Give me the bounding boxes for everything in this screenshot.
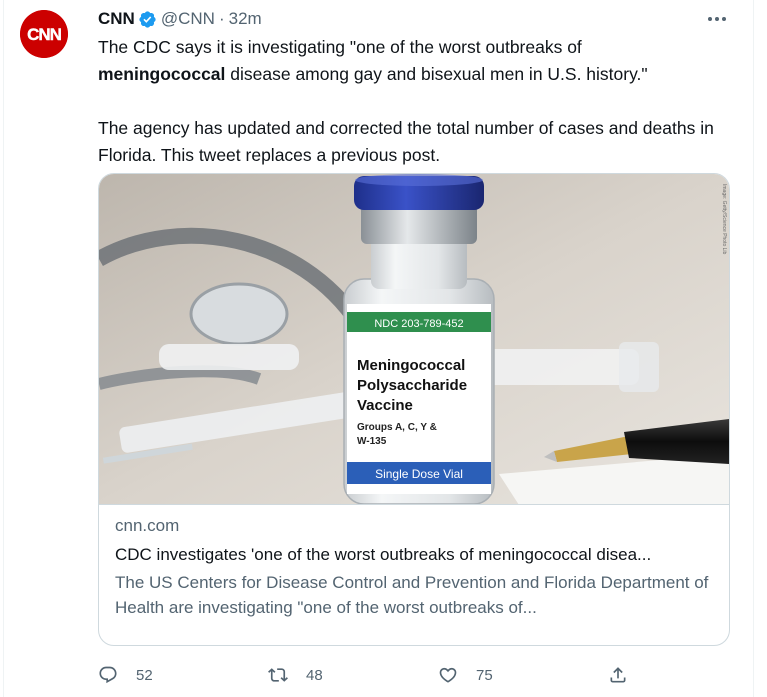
avatar-logo-text: CNN: [27, 25, 62, 44]
timeline-divider-right: [753, 0, 754, 697]
card-domain: cnn.com: [115, 516, 180, 535]
heart-icon: [438, 665, 458, 685]
card-title: CDC investigates 'one of the worst outbr…: [115, 545, 652, 564]
card-body[interactable]: cnn.com CDC investigates 'one of the wor…: [115, 512, 715, 620]
vial-label-line3: Vaccine: [357, 397, 413, 414]
card-image[interactable]: NDC 203-789-452 Meningococcal Polysaccha…: [99, 174, 729, 505]
share-icon: [608, 665, 628, 685]
vial-groups-line1: Groups A, C, Y &: [357, 422, 437, 433]
link-card[interactable]: NDC 203-789-452 Meningococcal Polysaccha…: [98, 173, 730, 646]
like-count: 75: [476, 666, 493, 684]
tweet-paragraph-2: The agency has updated and corrected the…: [98, 118, 714, 165]
vial-label-line2: Polysaccharide: [357, 377, 467, 394]
vial-ndc-number: NDC 203-789-452: [374, 318, 463, 330]
like-button[interactable]: 75: [438, 663, 493, 687]
cnn-logo-icon: CNN: [20, 10, 68, 58]
reply-icon: [98, 665, 118, 685]
highlighted-keyword: meningococcal: [98, 64, 226, 84]
tweet-header: CNN @CNN · 32m: [98, 8, 262, 30]
separator-dot: ·: [218, 9, 225, 28]
stethoscope-chestpiece-icon: [189, 282, 289, 346]
verified-badge-icon: [138, 10, 157, 29]
retweet-button[interactable]: 48: [268, 663, 323, 687]
reply-count: 52: [136, 666, 153, 684]
tweet-paragraph-1: The CDC says it is investigating "one of…: [98, 34, 738, 88]
tweet-text: The CDC says it is investigating "one of…: [98, 34, 738, 169]
retweet-icon: [268, 665, 288, 685]
reply-button[interactable]: 52: [98, 663, 153, 687]
image-credit: Image: Getty/Science Photo Lib: [721, 184, 727, 255]
handle[interactable]: @CNN: [161, 8, 215, 30]
retweet-count: 48: [306, 666, 323, 684]
share-button[interactable]: [608, 663, 628, 687]
tweet-text-line1: The CDC says it is investigating "one of…: [98, 37, 582, 57]
tweet[interactable]: CNN CNN @CNN · 32m The CDC says it is in…: [0, 0, 767, 697]
vaccine-vial: NDC 203-789-452 Meningococcal Polysaccha…: [343, 174, 495, 504]
timeline-divider-left: [3, 0, 4, 697]
tweet-actions: 52 48 75: [98, 663, 638, 687]
timestamp[interactable]: 32m: [229, 8, 262, 30]
avatar[interactable]: CNN: [20, 10, 68, 58]
vial-band-text: Single Dose Vial: [375, 467, 463, 481]
card-description: The US Centers for Disease Control and P…: [115, 573, 709, 617]
display-name[interactable]: CNN: [98, 8, 135, 30]
more-options-icon[interactable]: [700, 8, 734, 30]
vial-groups-line2: W-135: [357, 436, 387, 447]
tweet-text-line2: disease among gay and bisexual men in U.…: [225, 64, 648, 84]
vial-label-line1: Meningococcal: [357, 357, 465, 374]
